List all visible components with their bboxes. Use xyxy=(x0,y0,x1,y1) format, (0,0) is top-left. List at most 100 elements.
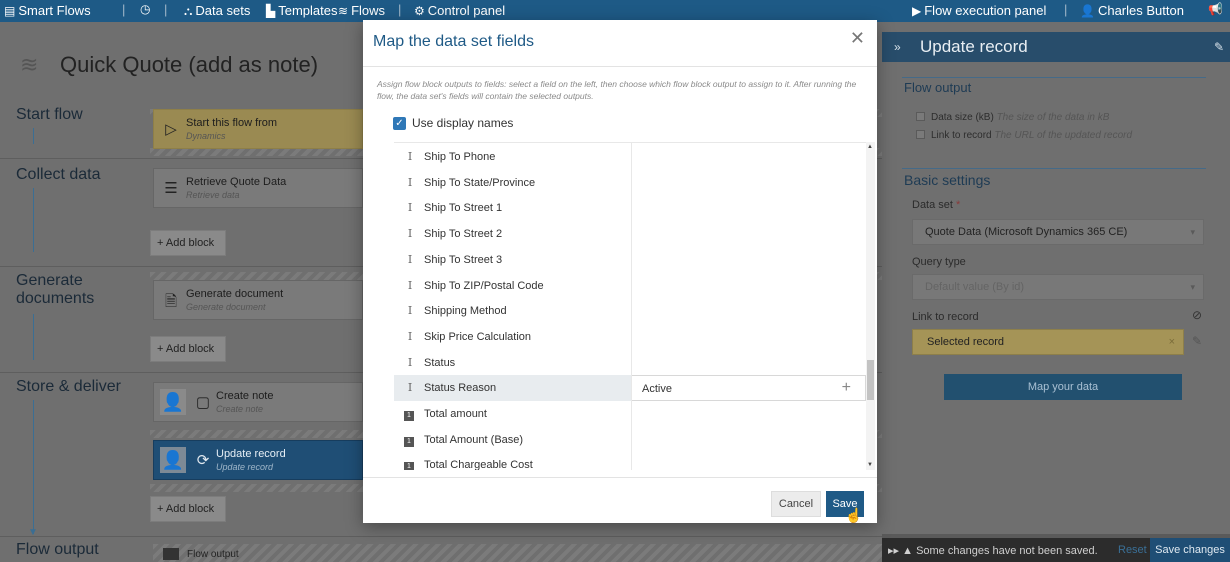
block-update-record[interactable]: 👤 ⟳ Update record Update record xyxy=(153,440,363,480)
scrollbar-thumb[interactable] xyxy=(867,360,874,400)
query-type-select[interactable]: Default value (By id) ▾ xyxy=(912,274,1204,300)
field-row[interactable]: I Ship To Phone xyxy=(394,144,866,170)
close-icon[interactable]: ✕ xyxy=(850,28,865,49)
flow-output-section-title[interactable]: Flow output xyxy=(904,80,971,95)
text-type-icon: I xyxy=(407,278,413,292)
field-output-value[interactable] xyxy=(631,272,866,299)
nav-flow-execution-panel[interactable]: ▶ Flow execution panel xyxy=(912,3,1046,18)
add-block-button[interactable]: + Add block xyxy=(150,230,226,256)
reset-link[interactable]: Reset xyxy=(1118,544,1147,556)
collapse-icon[interactable]: » xyxy=(894,32,901,62)
field-output-value[interactable] xyxy=(631,144,866,170)
link-to-record-selected[interactable]: Selected record × xyxy=(912,329,1184,355)
chevron-down-icon: ▾ xyxy=(1190,282,1195,292)
field-row[interactable]: I Ship To ZIP/Postal Code xyxy=(394,272,866,299)
field-name[interactable]: I Skip Price Calculation xyxy=(394,324,631,350)
nav-data-sets[interactable]: ⛬ Data sets xyxy=(184,3,250,18)
add-block-button[interactable]: + Add block xyxy=(150,336,226,362)
add-block-button[interactable]: + Add block xyxy=(150,496,226,522)
field-name[interactable]: I Ship To Phone xyxy=(394,144,631,170)
play-icon: ▶ xyxy=(912,3,922,18)
field-name[interactable]: I Ship To Street 1 xyxy=(394,195,631,221)
chevron-down-icon: ▾ xyxy=(1190,227,1195,237)
nav-templates[interactable]: ▙ Templates xyxy=(266,3,337,18)
field-output-value[interactable] xyxy=(631,452,866,470)
dataset-select[interactable]: Quote Data (Microsoft Dynamics 365 CE) ▾ xyxy=(912,219,1204,245)
field-name[interactable]: 1 Total amount xyxy=(394,401,631,427)
output-link-to-record[interactable]: Link to record The URL of the updated re… xyxy=(916,130,1132,141)
start-icon: ▷ xyxy=(165,121,177,138)
query-type-label: Query type xyxy=(912,256,966,268)
field-mapping-list: I Ship To Phone I Ship To State/Province I Sh… xyxy=(394,142,872,470)
field-name[interactable]: I Status xyxy=(394,350,631,376)
field-name[interactable]: I Ship To Street 2 xyxy=(394,221,631,247)
field-row[interactable]: I Ship To Street 1 xyxy=(394,195,866,222)
field-name[interactable]: 1 Total Amount (Base) xyxy=(394,427,631,453)
user-icon: 👤 xyxy=(160,389,186,415)
pencil-icon[interactable]: ✎ xyxy=(1192,334,1202,348)
block-create-note[interactable]: 👤 ▢ Create note Create note xyxy=(153,382,363,422)
field-output-value[interactable] xyxy=(631,349,866,376)
block-generate-document[interactable]: 🗎 Generate document Generate document xyxy=(153,280,363,320)
clock-icon: ◷ xyxy=(140,2,151,16)
field-name[interactable]: I Status Reason xyxy=(394,375,631,402)
field-output-value[interactable] xyxy=(631,426,866,453)
field-row[interactable]: I Ship To Street 2 xyxy=(394,221,866,248)
output-icon xyxy=(163,548,179,560)
text-type-icon: I xyxy=(407,329,413,343)
number-type-icon: 1 xyxy=(404,436,414,447)
field-output-value[interactable] xyxy=(631,221,866,248)
field-name[interactable]: I Ship To Street 3 xyxy=(394,247,631,273)
field-output-value[interactable] xyxy=(631,246,866,273)
field-row[interactable]: I Ship To Street 3 xyxy=(394,246,866,273)
save-changes-button[interactable]: Save changes xyxy=(1150,538,1230,562)
text-type-icon: I xyxy=(407,381,413,395)
field-row[interactable]: I Skip Price Calculation xyxy=(394,323,866,350)
scroll-up-icon[interactable]: ▲ xyxy=(867,144,873,150)
block-flow-output[interactable]: Flow output xyxy=(153,544,882,562)
nav-history[interactable]: ◷ xyxy=(140,3,150,15)
cancel-button[interactable]: Cancel xyxy=(771,491,821,517)
field-output-value[interactable] xyxy=(631,298,866,325)
nav-announcements[interactable]: 📢 xyxy=(1208,3,1223,15)
close-icon[interactable]: × xyxy=(1169,330,1175,354)
field-row[interactable]: I Status xyxy=(394,349,866,376)
field-output-value[interactable] xyxy=(631,195,866,222)
nav-user[interactable]: 👤 Charles Button xyxy=(1080,3,1184,18)
field-row[interactable]: 1 Total Chargeable Cost xyxy=(394,452,866,470)
dialog-title: Map the data set fields xyxy=(373,33,534,50)
user-icon: 👤 xyxy=(160,447,186,473)
output-data-size[interactable]: Data size (kB) The size of the data in k… xyxy=(916,112,1109,123)
field-output-value[interactable] xyxy=(631,169,866,196)
field-name[interactable]: I Ship To ZIP/Postal Code xyxy=(394,273,631,299)
field-row[interactable]: I Ship To State/Province xyxy=(394,169,866,196)
nav-control-panel[interactable]: ⚙ Control panel xyxy=(414,3,505,18)
field-list-scrollbar[interactable]: ▲ ▼ xyxy=(866,142,875,470)
field-name[interactable]: I Shipping Method xyxy=(394,298,631,324)
use-display-names-checkbox[interactable]: ✓ Use display names xyxy=(393,116,513,130)
field-name[interactable]: 1 Total Chargeable Cost xyxy=(394,452,631,470)
field-output-value[interactable]: Active + xyxy=(631,375,866,402)
map-your-data-button[interactable]: Map your data xyxy=(944,374,1182,400)
field-row[interactable]: 1 Total amount xyxy=(394,401,866,427)
nav-smart-flows[interactable]: ▤ Smart Flows xyxy=(4,3,91,18)
field-output-value[interactable] xyxy=(631,323,866,350)
stage-store-deliver: Store & deliver xyxy=(16,378,121,395)
scroll-down-icon[interactable]: ▼ xyxy=(867,462,873,468)
field-row[interactable]: 1 Total Amount (Base) xyxy=(394,426,866,453)
block-retrieve-quote-data[interactable]: ☰ Retrieve Quote Data Retrieve data xyxy=(153,168,363,208)
field-row[interactable]: I Status Reason Active + xyxy=(394,375,866,402)
field-row[interactable]: I Shipping Method xyxy=(394,298,866,325)
section-divider xyxy=(902,77,1206,78)
pencil-icon[interactable]: ✎ xyxy=(1214,32,1224,62)
field-output-value[interactable] xyxy=(631,401,866,427)
number-type-icon: 1 xyxy=(404,411,414,421)
add-output-icon[interactable]: + xyxy=(842,376,851,400)
nav-flows[interactable]: ≋ Flows xyxy=(338,3,385,18)
top-nav-bar: ▤ Smart Flows | ◷ | ⛬ Data sets ▙ Templates… xyxy=(0,0,1230,22)
field-name[interactable]: I Ship To State/Province xyxy=(394,170,631,196)
expand-icon[interactable]: ▸▸ xyxy=(888,545,899,557)
block-start-flow[interactable]: ▷ Start this flow from Dynamics xyxy=(153,109,363,149)
panel-header: » Update record ✎ xyxy=(882,32,1230,62)
link-icon[interactable]: ⊘ xyxy=(1192,308,1202,322)
